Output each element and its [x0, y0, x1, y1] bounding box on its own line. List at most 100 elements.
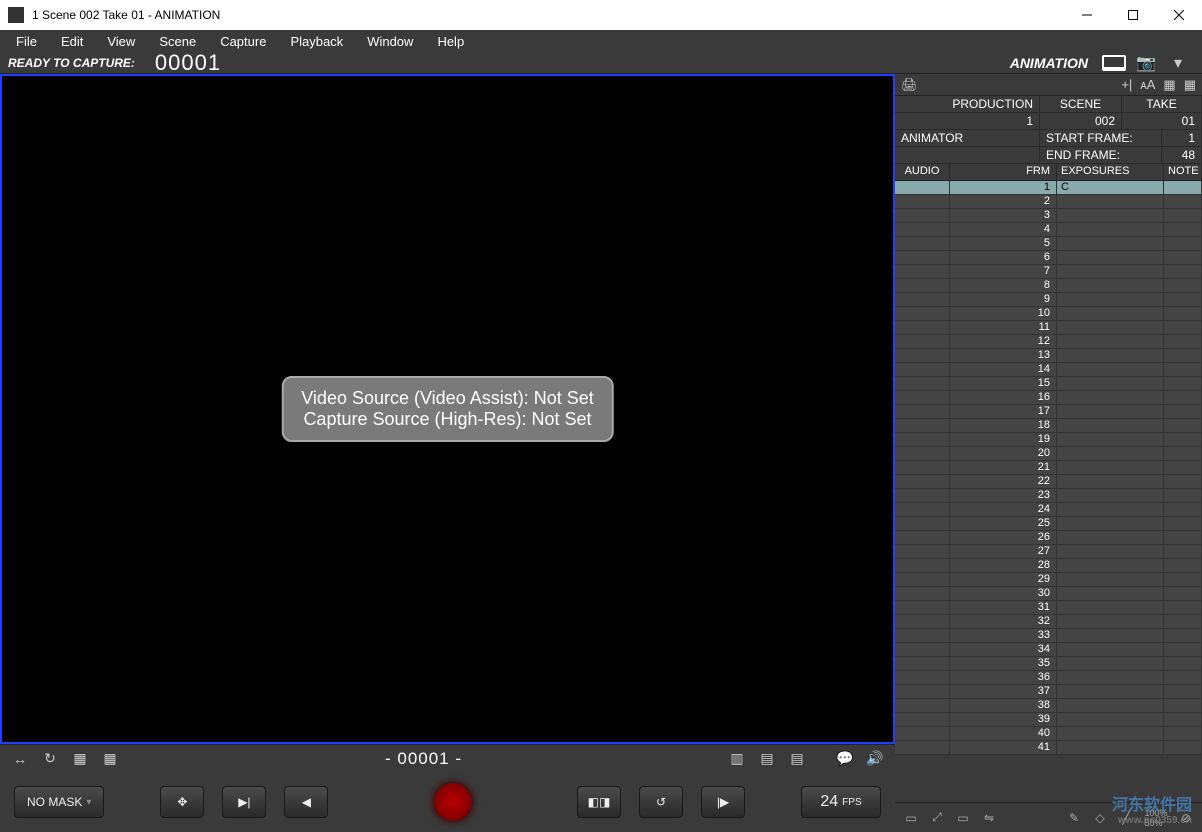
xsheet-row[interactable]: 13	[895, 349, 1202, 363]
xsheet-row[interactable]: 14	[895, 363, 1202, 377]
production-value[interactable]: 1	[895, 113, 1040, 129]
split-button[interactable]: ◧◨	[577, 786, 621, 818]
pencil-icon[interactable]: ✎	[1064, 810, 1084, 826]
menu-playback[interactable]: Playback	[278, 32, 355, 51]
xsheet-row[interactable]: 26	[895, 531, 1202, 545]
xsheet-row[interactable]: 33	[895, 629, 1202, 643]
move-button[interactable]: ✥	[160, 786, 204, 818]
grid-view-icon[interactable]: ▦	[1184, 77, 1196, 93]
xsheet[interactable]: 1C23456789101112131415161718192021222324…	[895, 181, 1202, 802]
xsheet-row[interactable]: 6	[895, 251, 1202, 265]
xsheet-row[interactable]: 18	[895, 419, 1202, 433]
eraser-icon[interactable]: ◇	[1090, 810, 1110, 826]
xsheet-row[interactable]: 4	[895, 223, 1202, 237]
print-icon[interactable]: 🖨	[901, 77, 918, 93]
xsheet-row[interactable]: 35	[895, 657, 1202, 671]
animator-value[interactable]	[895, 147, 1040, 163]
fps-button[interactable]: 24 FPS	[801, 786, 881, 818]
menu-edit[interactable]: Edit	[49, 32, 95, 51]
tool-frame-icon[interactable]: ▭	[953, 810, 973, 826]
start-frame-value[interactable]: 1	[1162, 130, 1202, 146]
record-button[interactable]	[433, 782, 473, 822]
menu-help[interactable]: Help	[425, 32, 476, 51]
speaker-icon[interactable]: 🔊	[865, 750, 885, 767]
xsheet-row[interactable]: 15	[895, 377, 1202, 391]
xsheet-row[interactable]: 32	[895, 615, 1202, 629]
xsheet-row[interactable]: 30	[895, 587, 1202, 601]
mode-label: ANIMATION	[1010, 55, 1088, 71]
minimize-button[interactable]	[1064, 0, 1110, 30]
xsheet-row[interactable]: 1C	[895, 181, 1202, 195]
xsheet-row[interactable]: 37	[895, 685, 1202, 699]
camera-icon[interactable]: 📷	[1133, 54, 1159, 72]
xsheet-row[interactable]: 41	[895, 741, 1202, 755]
tool-expand-icon[interactable]: ⤢	[927, 810, 947, 826]
xsheet-row[interactable]: 34	[895, 643, 1202, 657]
mask-button[interactable]: NO MASK ▾	[14, 786, 104, 818]
menu-file[interactable]: File	[4, 32, 49, 51]
xsheet-row[interactable]: 24	[895, 503, 1202, 517]
xsheet-row[interactable]: 10	[895, 307, 1202, 321]
viewport[interactable]: Video Source (Video Assist): Not Set Cap…	[0, 74, 895, 744]
statusbar: READY TO CAPTURE: 00001 ANIMATION 📷 ▾	[0, 52, 1202, 74]
dropdown-icon[interactable]: ▾	[1165, 54, 1191, 72]
close-button[interactable]	[1156, 0, 1202, 30]
tool-flip-icon[interactable]: ⇋	[979, 810, 999, 826]
source-overlay: Video Source (Video Assist): Not Set Cap…	[281, 376, 614, 442]
menu-window[interactable]: Window	[355, 32, 425, 51]
monitor-icon[interactable]	[1101, 54, 1127, 72]
xsheet-row[interactable]: 39	[895, 713, 1202, 727]
xsheet-row[interactable]: 27	[895, 545, 1202, 559]
grid-large-icon[interactable]: ▦	[100, 750, 120, 767]
menu-capture[interactable]: Capture	[208, 32, 278, 51]
tool-rect-icon[interactable]: ▭	[901, 810, 921, 826]
xsheet-row[interactable]: 40	[895, 727, 1202, 741]
sheet-icon[interactable]: ▤	[787, 750, 807, 767]
xsheet-row[interactable]: 19	[895, 433, 1202, 447]
zoom-label[interactable]: 100%50%	[1142, 810, 1170, 826]
step-forward-button[interactable]: |▶	[701, 786, 745, 818]
step-back-button[interactable]: ▶|	[222, 786, 266, 818]
xsheet-row[interactable]: 8	[895, 279, 1202, 293]
xsheet-row[interactable]: 9	[895, 293, 1202, 307]
frame-indicator: - 00001 -	[385, 749, 462, 769]
grid-small-icon[interactable]: ▦	[70, 750, 90, 767]
menu-scene[interactable]: Scene	[147, 32, 208, 51]
xsheet-row[interactable]: 2	[895, 195, 1202, 209]
xsheet-row[interactable]: 36	[895, 671, 1202, 685]
xsheet-row[interactable]: 7	[895, 265, 1202, 279]
timeline-icon[interactable]: ▥	[727, 750, 747, 767]
rotate-icon[interactable]: ↻	[40, 750, 60, 767]
xsheet-row[interactable]: 5	[895, 237, 1202, 251]
xsheet-row[interactable]: 3	[895, 209, 1202, 223]
xsheet-row[interactable]: 38	[895, 699, 1202, 713]
menu-view[interactable]: View	[95, 32, 147, 51]
capture-source-status: Capture Source (High-Res): Not Set	[301, 409, 594, 430]
take-value[interactable]: 01	[1122, 113, 1202, 129]
play-reverse-button[interactable]: ◀	[284, 786, 328, 818]
end-frame-value[interactable]: 48	[1162, 147, 1202, 163]
filmstrip-icon[interactable]: ▤	[757, 750, 777, 767]
maximize-button[interactable]	[1110, 0, 1156, 30]
text-size-icon[interactable]: ᴀA	[1140, 77, 1155, 92]
line-icon[interactable]: ╱	[1116, 810, 1136, 826]
xsheet-row[interactable]: 25	[895, 517, 1202, 531]
xsheet-row[interactable]: 12	[895, 335, 1202, 349]
xsheet-row[interactable]: 16	[895, 391, 1202, 405]
xsheet-row[interactable]: 23	[895, 489, 1202, 503]
xsheet-row[interactable]: 29	[895, 573, 1202, 587]
xsheet-row[interactable]: 22	[895, 475, 1202, 489]
scene-value[interactable]: 002	[1040, 113, 1122, 129]
xsheet-row[interactable]: 28	[895, 559, 1202, 573]
loop-button[interactable]: ↺	[639, 786, 683, 818]
clear-icon[interactable]: ⊘	[1176, 810, 1196, 826]
xsheet-row[interactable]: 31	[895, 601, 1202, 615]
xsheet-row[interactable]: 17	[895, 405, 1202, 419]
xsheet-row[interactable]: 11	[895, 321, 1202, 335]
add-icon[interactable]: +|	[1121, 77, 1132, 92]
xsheet-row[interactable]: 21	[895, 461, 1202, 475]
chat-icon[interactable]: 💬	[835, 750, 855, 767]
list-view-icon[interactable]: ▦	[1163, 77, 1175, 93]
xsheet-row[interactable]: 20	[895, 447, 1202, 461]
arrows-horizontal-icon[interactable]: ↔	[10, 751, 30, 767]
